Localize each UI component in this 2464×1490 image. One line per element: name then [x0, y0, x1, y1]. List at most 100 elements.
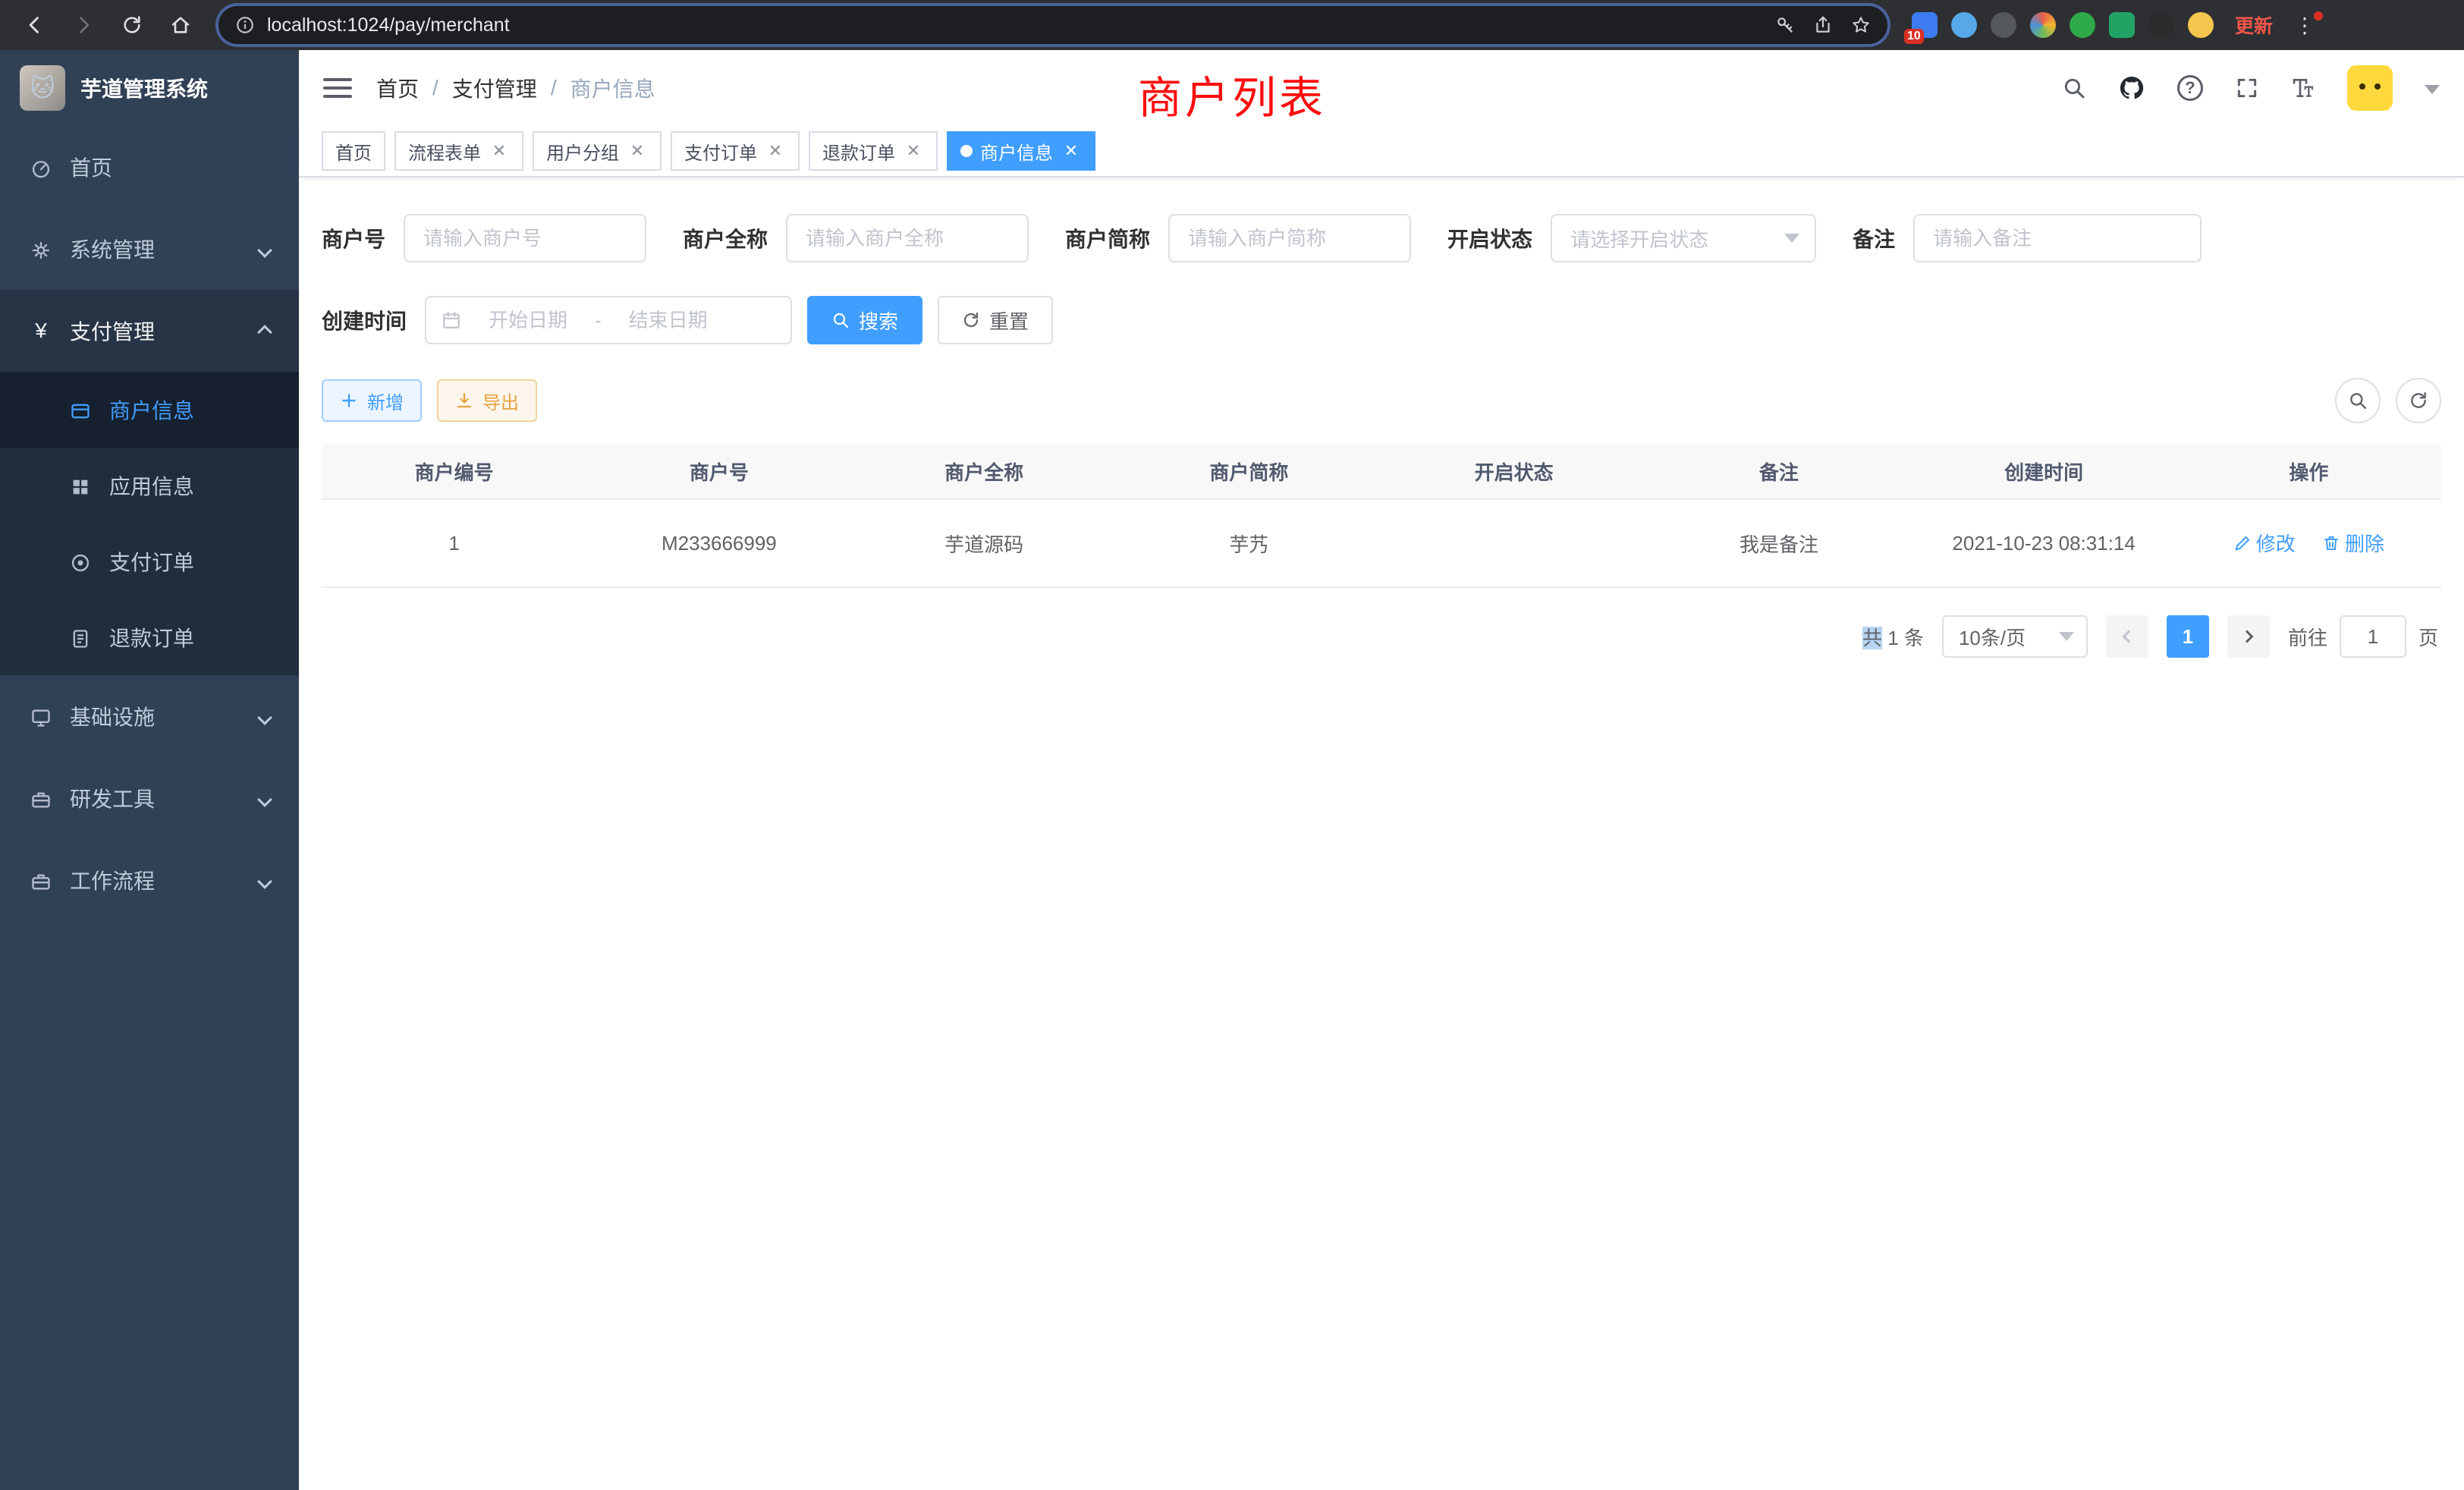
sidebar-item-pay-order[interactable]: 支付订单	[0, 523, 299, 599]
breadcrumb-current: 商户信息	[570, 73, 655, 103]
browser-forward-icon[interactable]	[64, 5, 103, 45]
refresh-table-button[interactable]	[2396, 378, 2441, 423]
tab-home[interactable]: 首页	[322, 131, 385, 171]
cell-full-name: 芋道源码	[852, 499, 1117, 587]
tab-merchant-info[interactable]: 商户信息✕	[947, 131, 1095, 171]
search-icon[interactable]	[2062, 76, 2086, 100]
site-info-icon[interactable]	[235, 15, 255, 35]
reset-button[interactable]: 重置	[938, 296, 1053, 344]
full-name-input[interactable]	[786, 214, 1029, 262]
sidebar: 🐱 芋道管理系统 首页 系统管理 ¥ 支付管理 商户信息 应用信息	[0, 50, 299, 1490]
close-icon[interactable]: ✕	[489, 140, 510, 162]
page-unit-label: 页	[2418, 623, 2438, 651]
edit-link[interactable]: 修改	[2233, 529, 2296, 557]
browser-back-icon[interactable]	[15, 5, 55, 45]
short-name-label: 商户简称	[1065, 223, 1168, 253]
toolbox-icon	[29, 786, 53, 810]
tab-flow-form[interactable]: 流程表单✕	[394, 131, 523, 171]
address-bar[interactable]: localhost:1024/pay/merchant	[218, 6, 1887, 44]
dashboard-icon	[29, 155, 53, 179]
toggle-search-button[interactable]	[2335, 378, 2381, 423]
prev-page-button[interactable]	[2106, 615, 2148, 658]
close-icon[interactable]: ✕	[627, 140, 648, 162]
date-range-picker[interactable]: -	[425, 296, 792, 344]
add-button[interactable]: 新增	[322, 379, 422, 422]
tab-refund-order[interactable]: 退款订单✕	[809, 131, 938, 171]
refresh-icon	[962, 311, 980, 329]
extension-icon-7[interactable]	[2148, 12, 2174, 38]
font-size-icon[interactable]	[2291, 76, 2315, 100]
extension-icon-3[interactable]	[1991, 12, 2016, 38]
cell-short-name: 芋艿	[1117, 499, 1381, 587]
page-content: 商户号 商户全称 商户简称 开启状态 请选择开启状态	[299, 178, 2464, 1490]
tab-pay-order[interactable]: 支付订单✕	[671, 131, 800, 171]
github-icon[interactable]	[2118, 74, 2145, 102]
remark-label: 备注	[1853, 223, 1913, 253]
close-icon[interactable]: ✕	[765, 140, 786, 162]
full-name-label: 商户全称	[683, 223, 786, 253]
close-icon[interactable]: ✕	[1061, 140, 1082, 162]
goto-label: 前往	[2288, 623, 2327, 651]
sidebar-item-workflow[interactable]: 工作流程	[0, 839, 299, 921]
breadcrumb-home[interactable]: 首页	[376, 73, 419, 103]
status-select[interactable]: 请选择开启状态	[1551, 214, 1816, 262]
chevron-down-icon	[259, 237, 270, 261]
next-page-button[interactable]	[2227, 615, 2270, 658]
date-end-input[interactable]	[612, 309, 724, 332]
extension-icon-1[interactable]: 10	[1912, 12, 1938, 38]
page-1-button[interactable]: 1	[2167, 615, 2209, 658]
sidebar-item-payment-management[interactable]: ¥ 支付管理	[0, 290, 299, 372]
sidebar-toggle-icon[interactable]	[323, 73, 352, 103]
delete-link[interactable]: 删除	[2322, 529, 2384, 557]
sidebar-item-system-management[interactable]: 系统管理	[0, 208, 299, 290]
tab-user-group[interactable]: 用户分组✕	[533, 131, 662, 171]
browser-menu-icon[interactable]: ⋮	[2288, 13, 2321, 38]
page-size-select[interactable]: 10条/页	[1942, 615, 2088, 658]
avatar[interactable]	[2347, 65, 2393, 111]
extension-icon-8[interactable]	[2188, 12, 2214, 38]
sidebar-item-dev-tools[interactable]: 研发工具	[0, 757, 299, 839]
payment-submenu: 商户信息 应用信息 支付订单 退款订单	[0, 372, 299, 675]
calendar-icon	[442, 310, 461, 330]
avatar-caret-icon[interactable]	[2425, 76, 2440, 100]
password-key-icon[interactable]	[1775, 15, 1795, 35]
fullscreen-icon[interactable]	[2235, 76, 2259, 100]
breadcrumb: 首页 / 支付管理 / 商户信息	[376, 73, 655, 103]
help-icon[interactable]: ?	[2177, 75, 2203, 101]
browser-home-icon[interactable]	[161, 5, 200, 45]
goto-page-input[interactable]	[2340, 615, 2406, 658]
bookmark-star-icon[interactable]	[1851, 15, 1871, 35]
sidebar-item-app-info[interactable]: 应用信息	[0, 448, 299, 523]
extension-icon-4[interactable]	[2030, 12, 2056, 38]
sidebar-item-infrastructure[interactable]: 基础设施	[0, 675, 299, 757]
download-icon	[455, 391, 473, 410]
app-title: 芋道管理系统	[80, 73, 208, 103]
short-name-input[interactable]	[1168, 214, 1411, 262]
extension-icon-6[interactable]	[2109, 12, 2135, 38]
extension-icon-2[interactable]	[1951, 12, 1977, 38]
remark-input[interactable]	[1913, 214, 2202, 262]
create-time-label: 创建时间	[322, 305, 425, 335]
breadcrumb-payment[interactable]: 支付管理	[452, 73, 537, 103]
cell-remark: 我是备注	[1646, 499, 1911, 587]
date-start-input[interactable]	[472, 309, 584, 332]
extension-icon-5[interactable]	[2070, 12, 2095, 38]
merchant-no-input[interactable]	[404, 214, 646, 262]
workflow-icon	[29, 868, 53, 892]
close-icon[interactable]: ✕	[903, 140, 924, 162]
sidebar-item-home[interactable]: 首页	[0, 126, 299, 208]
extension-badge: 10	[1904, 29, 1924, 44]
share-icon[interactable]	[1813, 15, 1833, 35]
search-icon	[2348, 391, 2368, 410]
browser-update-button[interactable]: 更新	[2235, 11, 2273, 39]
sidebar-item-refund-order[interactable]: 退款订单	[0, 599, 299, 675]
total-count: 共 1 条	[1862, 623, 1924, 651]
export-button[interactable]: 导出	[437, 379, 537, 422]
chevron-down-icon	[259, 704, 270, 728]
sidebar-item-merchant-info[interactable]: 商户信息	[0, 372, 299, 448]
search-button[interactable]: 搜索	[807, 296, 922, 344]
app-logo[interactable]: 🐱 芋道管理系统	[0, 50, 299, 126]
table-header-row: 商户编号 商户号 商户全称 商户简称 开启状态 备注 创建时间 操作	[322, 445, 2441, 499]
browser-refresh-icon[interactable]	[112, 5, 152, 45]
cell-merchant-id: 1	[322, 499, 586, 587]
